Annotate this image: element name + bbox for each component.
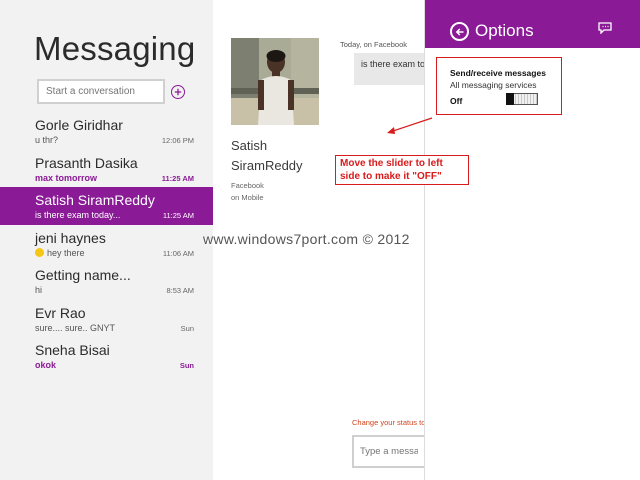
smiley-icon (35, 247, 44, 257)
conversation-item[interactable]: Evr Rao sure.... sure.. GNYT Sun (0, 300, 213, 338)
message-preview: hey there (47, 247, 85, 258)
conversation-sidebar: Messaging Gorle Giridhar u thr? 12:06 PM… (0, 0, 213, 480)
message-bubble: is there exam to (354, 53, 426, 85)
message-preview: u thr? (35, 135, 59, 145)
send-receive-subtitle: All messaging services (450, 80, 537, 90)
conversation-item[interactable]: Prasanth Dasika max tomorrow 11:25 AM (0, 150, 213, 188)
message-preview-row: hey there (35, 247, 85, 258)
contact-name: Satish SiramReddy (35, 192, 155, 208)
contact-source: Facebook on Mobile (231, 180, 264, 204)
message-preview: max tomorrow (35, 172, 98, 183)
contact-name: jeni haynes (35, 229, 106, 246)
toggle-state-label: Off (450, 96, 463, 106)
options-header: Options (425, 0, 640, 48)
timestamp: 11:25 AM (162, 211, 194, 220)
message-preview: is there exam today... (35, 210, 121, 220)
message-preview: okok (35, 360, 57, 370)
send-receive-toggle[interactable] (506, 93, 538, 105)
annotation-callout: Move the slider to left side to make it … (335, 155, 469, 185)
message-meta: Today, on Facebook (340, 40, 407, 49)
contact-avatar[interactable] (231, 38, 319, 125)
app-title: Messaging (34, 30, 196, 67)
contact-first-name: Satish (231, 138, 268, 153)
send-receive-title: Send/receive messages (450, 68, 546, 78)
messaging-app-icon (598, 22, 612, 34)
contact-source-network: Facebook (231, 181, 264, 190)
toggle-thumb[interactable] (506, 93, 514, 105)
options-title: Options (475, 21, 534, 40)
change-status-link[interactable]: Change your status to (352, 418, 425, 427)
timestamp: 12:06 PM (161, 136, 194, 145)
contact-name: Gorle Giridhar (35, 117, 123, 133)
contact-name: Prasanth Dasika (35, 154, 138, 171)
contact-name: Getting name... (35, 267, 131, 283)
conversation-item[interactable]: Satish SiramReddy is there exam today...… (0, 187, 213, 225)
conversation-item[interactable]: Getting name... hi 8:53 AM (0, 262, 213, 300)
timestamp: 8:53 AM (166, 286, 194, 295)
message-input[interactable] (352, 435, 426, 468)
conversation-list: Gorle Giridhar u thr? 12:06 PM Prasanth … (0, 112, 213, 375)
watermark: www.windows7port.com © 2012 (203, 231, 410, 247)
new-conversation-button[interactable] (171, 85, 185, 99)
timestamp: Sun (179, 361, 194, 370)
arrow-left-icon (455, 27, 463, 36)
conversation-item[interactable]: jeni haynes hey there 11:06 AM (0, 225, 213, 263)
contact-name: Evr Rao (35, 304, 86, 321)
timestamp: 11:25 AM (161, 173, 194, 183)
timestamp: Sun (180, 323, 194, 333)
contact-photo-icon (231, 38, 319, 125)
message-preview: sure.... sure.. GNYT (35, 322, 116, 333)
contact-source-device: on Mobile (231, 193, 264, 202)
message-preview: hi (35, 285, 43, 295)
contact-name: Sneha Bisai (35, 342, 110, 358)
plus-icon (174, 88, 182, 96)
conversation-item[interactable]: Gorle Giridhar u thr? 12:06 PM (0, 112, 213, 150)
contact-last-name: SiramReddy (231, 158, 303, 173)
conversation-item[interactable]: Sneha Bisai okok Sun (0, 337, 213, 375)
contact-header-name: Satish SiramReddy (231, 136, 303, 176)
options-flyout: Options Send/receive messages All messag… (424, 0, 640, 480)
start-conversation-input[interactable] (37, 79, 165, 104)
back-button[interactable] (450, 22, 469, 41)
timestamp: 11:06 AM (162, 248, 194, 258)
